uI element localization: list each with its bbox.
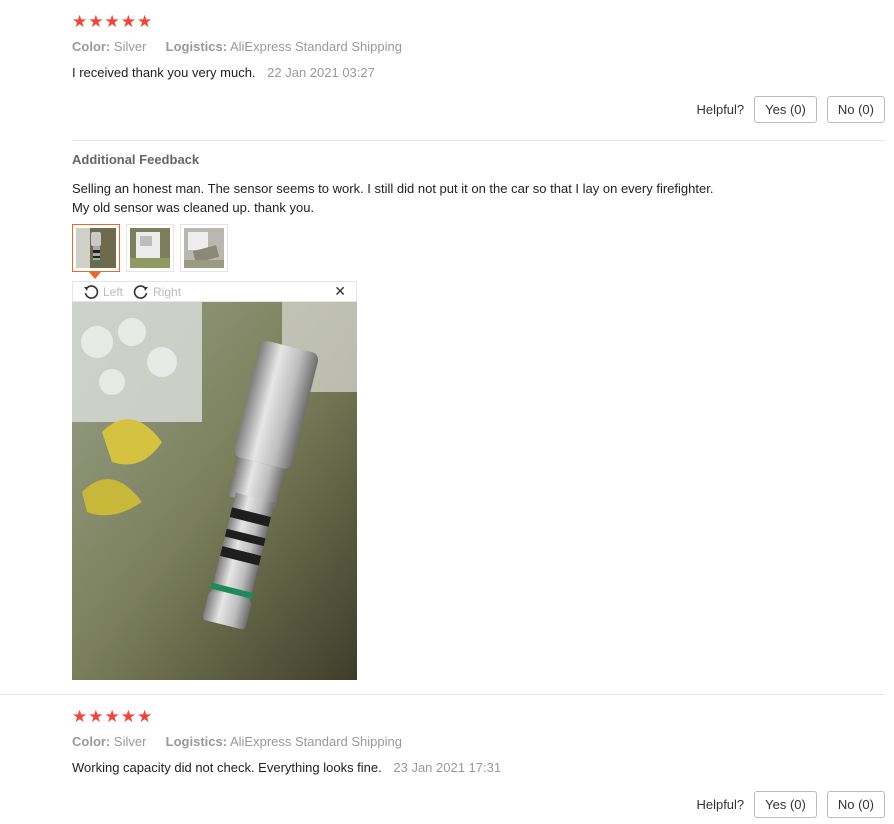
rotate-left-button[interactable]: Left xyxy=(83,284,123,300)
photo-thumbnails xyxy=(72,224,228,272)
helpful-row: Helpful? Yes (0) No (0) xyxy=(696,791,885,818)
color-label: Color: xyxy=(72,39,111,54)
additional-feedback-line-2: My old sensor was cleaned up. thank you. xyxy=(72,200,315,215)
rotate-left-label: Left xyxy=(103,284,124,299)
review-text-line: Working capacity did not check. Everythi… xyxy=(72,758,885,777)
rotate-left-icon xyxy=(84,284,99,299)
rotate-right-label: Right xyxy=(153,284,182,299)
review-text: Working capacity did not check. Everythi… xyxy=(72,760,382,775)
color-value: Silver xyxy=(113,39,147,54)
color-label: Color: xyxy=(72,734,111,749)
sensor-photo-image xyxy=(72,302,357,680)
logistics-value: AliExpress Standard Shipping xyxy=(229,734,402,749)
rotate-right-button[interactable]: Right xyxy=(133,284,181,300)
review-text-line: I received thank you very much. 22 Jan 2… xyxy=(72,63,885,82)
color-value: Silver xyxy=(113,734,147,749)
expanded-review-photo xyxy=(72,302,357,680)
helpful-row: Helpful? Yes (0) No (0) xyxy=(696,96,885,123)
package-photo-thumbnail-image xyxy=(130,228,170,268)
review-meta: Color: Silver Logistics: AliExpress Stan… xyxy=(72,38,885,56)
rotate-right-icon xyxy=(133,284,149,299)
helpful-yes-button[interactable]: Yes (0) xyxy=(754,96,817,123)
photo-thumbnail-2[interactable] xyxy=(126,224,174,272)
box-photo-thumbnail-image xyxy=(184,228,224,268)
review-2: ★★★★★ Color: Silver Logistics: AliExpres… xyxy=(72,707,885,777)
helpful-yes-button[interactable]: Yes (0) xyxy=(754,791,817,818)
helpful-label: Helpful? xyxy=(696,102,745,117)
rating-stars: ★★★★★ xyxy=(72,12,154,31)
additional-feedback-text: Selling an honest man. The sensor seems … xyxy=(72,179,852,217)
logistics-label: Logistics: xyxy=(165,734,228,749)
photo-thumbnail-1[interactable] xyxy=(72,224,120,272)
helpful-label: Helpful? xyxy=(696,797,745,812)
review-date: 22 Jan 2021 03:27 xyxy=(267,65,375,80)
photo-thumbnail-3[interactable] xyxy=(180,224,228,272)
rating-stars: ★★★★★ xyxy=(72,707,154,726)
image-viewer-toolbar: Left Right ✕ xyxy=(72,281,357,302)
close-viewer-button[interactable]: ✕ xyxy=(334,283,346,300)
review-meta: Color: Silver Logistics: AliExpress Stan… xyxy=(72,733,885,751)
review-date: 23 Jan 2021 17:31 xyxy=(393,760,502,775)
additional-feedback-line-1: Selling an honest man. The sensor seems … xyxy=(72,181,714,196)
review-text: I received thank you very much. xyxy=(72,65,256,80)
helpful-no-button[interactable]: No (0) xyxy=(826,96,885,123)
review-divider xyxy=(0,694,885,695)
additional-feedback-title: Additional Feedback xyxy=(72,152,200,167)
active-thumbnail-caret xyxy=(89,272,101,279)
logistics-label: Logistics: xyxy=(165,39,228,54)
logistics-value: AliExpress Standard Shipping xyxy=(229,39,402,54)
helpful-no-button[interactable]: No (0) xyxy=(826,791,885,818)
sensor-photo-thumbnail-image xyxy=(76,228,116,268)
review-1: ★★★★★ Color: Silver Logistics: AliExpres… xyxy=(72,12,885,82)
review-divider xyxy=(72,140,885,141)
